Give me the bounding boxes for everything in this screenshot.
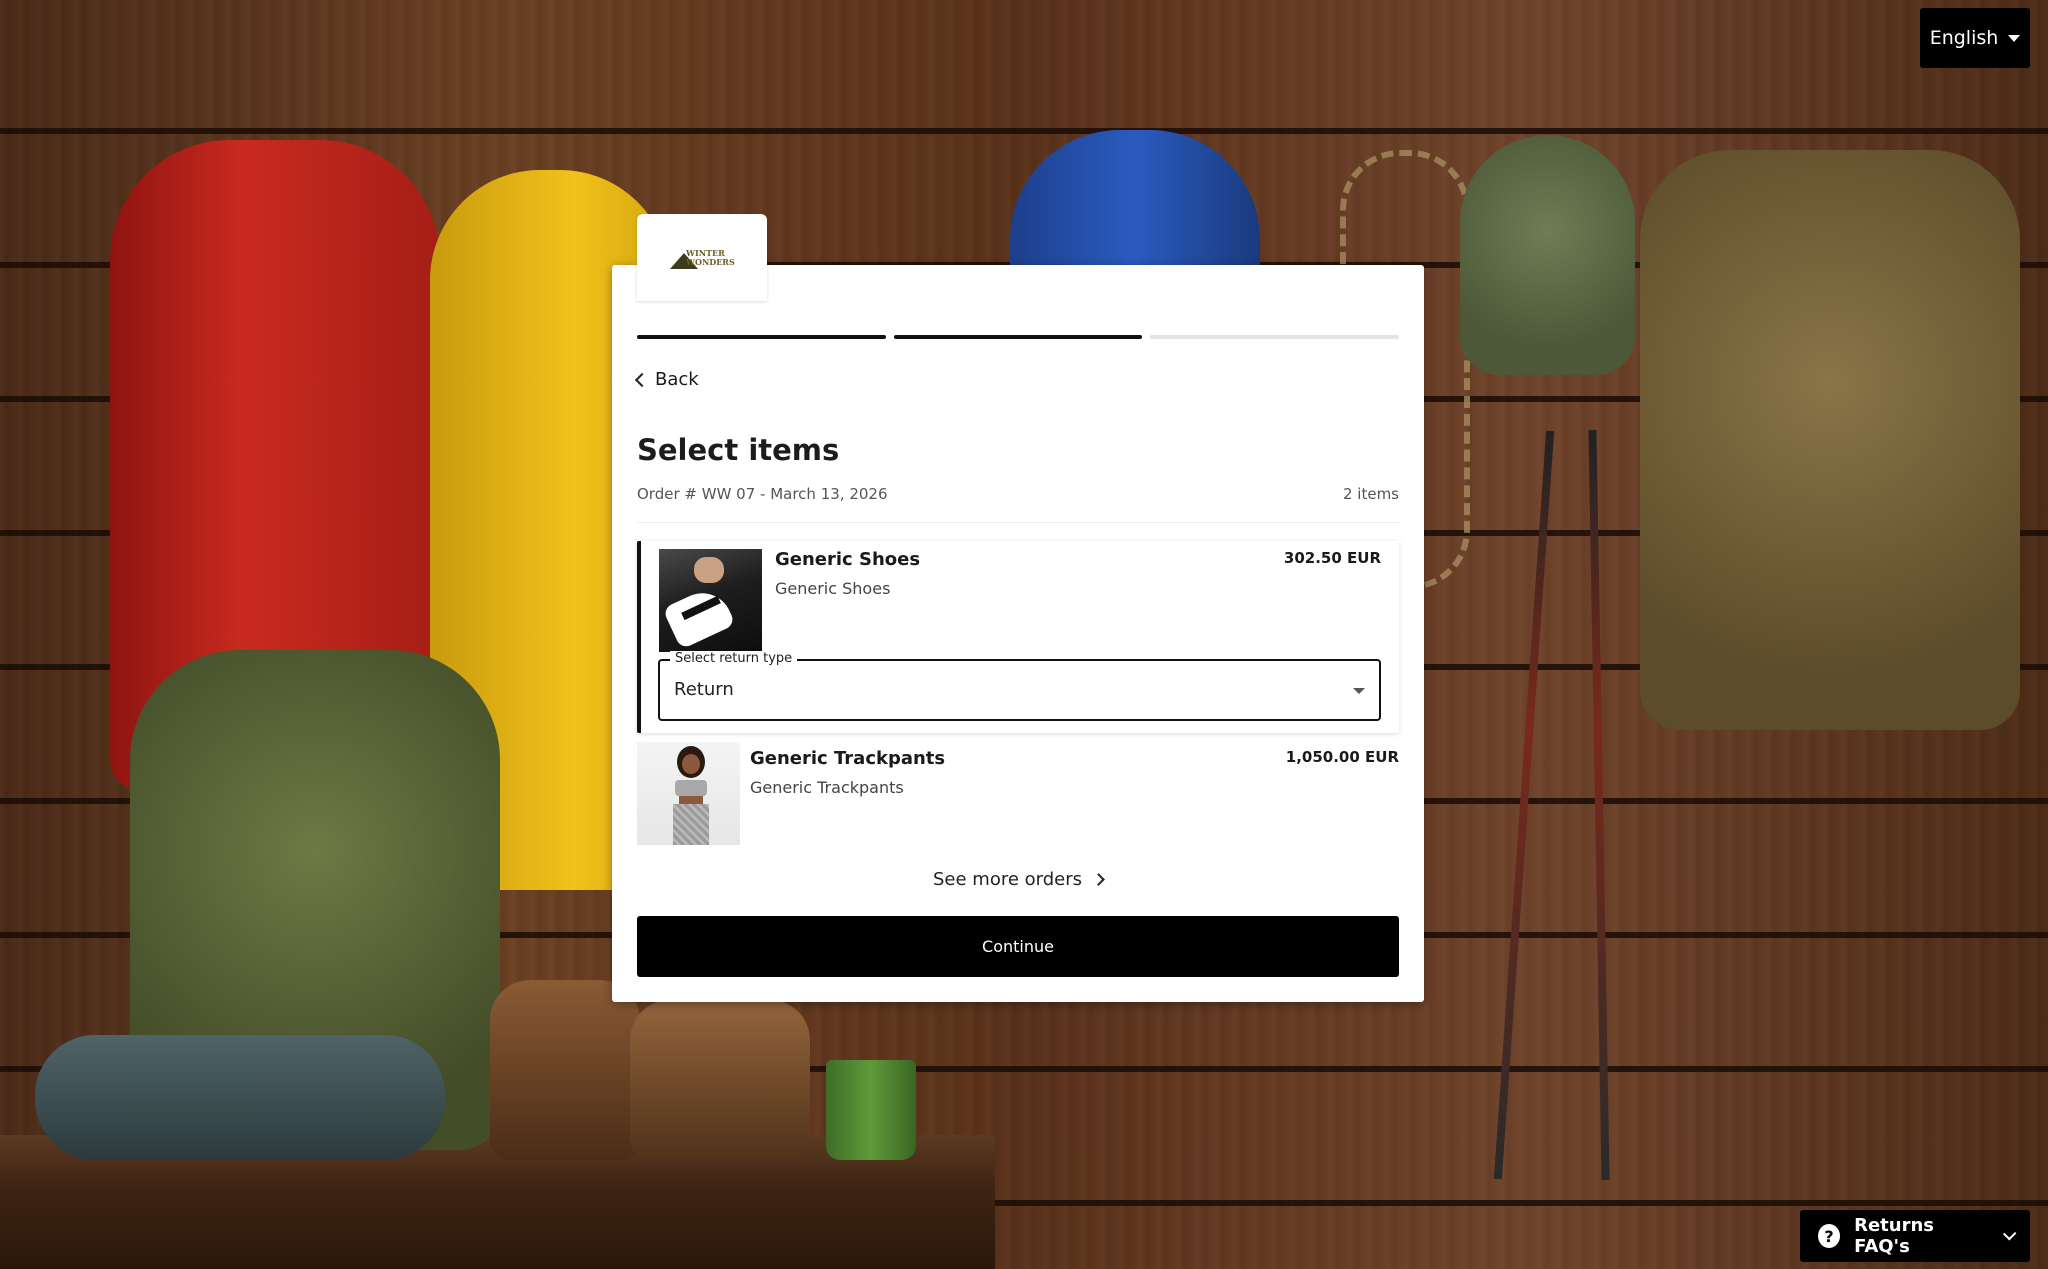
item-price: 1,050.00 EUR: [1285, 748, 1399, 766]
progress-step-1: [637, 335, 886, 339]
mug-image: [826, 1060, 916, 1160]
boot-image: [630, 1000, 810, 1160]
continue-button[interactable]: Continue: [637, 916, 1399, 977]
progress-step-2: [893, 335, 1143, 339]
item-subtitle: Generic Shoes: [775, 579, 891, 598]
back-button[interactable]: Back: [634, 369, 699, 390]
see-more-label: See more orders: [932, 869, 1083, 890]
product-image-trackpants: [637, 742, 740, 845]
page-title: Select items: [637, 433, 840, 467]
language-selector[interactable]: English: [1920, 8, 2030, 68]
faq-label: Returns FAQ's: [1854, 1215, 1934, 1257]
return-type-value: Return: [674, 679, 734, 700]
brand-logo: WINTER WONDERS: [637, 214, 767, 301]
progress-step-3: [1150, 335, 1400, 339]
item-count: 2 items: [1342, 485, 1399, 503]
chevron-down-icon: [2002, 1227, 2017, 1241]
item-name: Generic Shoes: [775, 549, 921, 570]
sleeping-mat-image: [35, 1035, 445, 1160]
back-label: Back: [655, 369, 699, 390]
return-type-label: Select return type: [670, 651, 798, 666]
item-subtitle: Generic Trackpants: [750, 778, 904, 797]
order-summary: Order # WW 07 - March 13, 2026 2 items: [637, 485, 1399, 503]
item-name: Generic Trackpants: [750, 748, 946, 769]
logo-mark: WINTER WONDERS: [670, 247, 735, 269]
cap-image: [1460, 135, 1635, 375]
language-label: English: [1929, 27, 1999, 49]
caret-down-icon: [1353, 688, 1365, 694]
order-info: Order # WW 07 - March 13, 2026: [637, 485, 888, 503]
caret-down-icon: [2008, 34, 2021, 42]
chevron-left-icon: [634, 372, 650, 387]
order-item-shoes[interactable]: Generic Shoes Generic Shoes 302.50 EUR S…: [637, 541, 1399, 733]
blue-jacket-image: [1010, 130, 1260, 280]
order-item-trackpants[interactable]: Generic Trackpants Generic Trackpants 1,…: [637, 742, 1399, 848]
item-price: 302.50 EUR: [1283, 549, 1381, 567]
product-image-shoes: [659, 549, 762, 652]
return-card: Back Select items Order # WW 07 - March …: [612, 265, 1424, 1002]
boot-image: [490, 980, 640, 1160]
see-more-orders-link[interactable]: See more orders: [612, 869, 1424, 890]
logo-text: WINTER WONDERS: [686, 247, 735, 267]
returns-faq-button[interactable]: ? Returns FAQ's: [1800, 1210, 2030, 1262]
chevron-right-icon: [1092, 873, 1105, 886]
help-icon: ?: [1818, 1224, 1841, 1248]
trekking-pole-image: [1588, 429, 1610, 1181]
backpack-right-image: [1640, 150, 2020, 730]
trekking-pole-image: [1493, 430, 1555, 1180]
divider: [637, 522, 1399, 523]
return-type-select[interactable]: Select return type Return: [658, 651, 1381, 721]
step-progress: [637, 335, 1400, 339]
